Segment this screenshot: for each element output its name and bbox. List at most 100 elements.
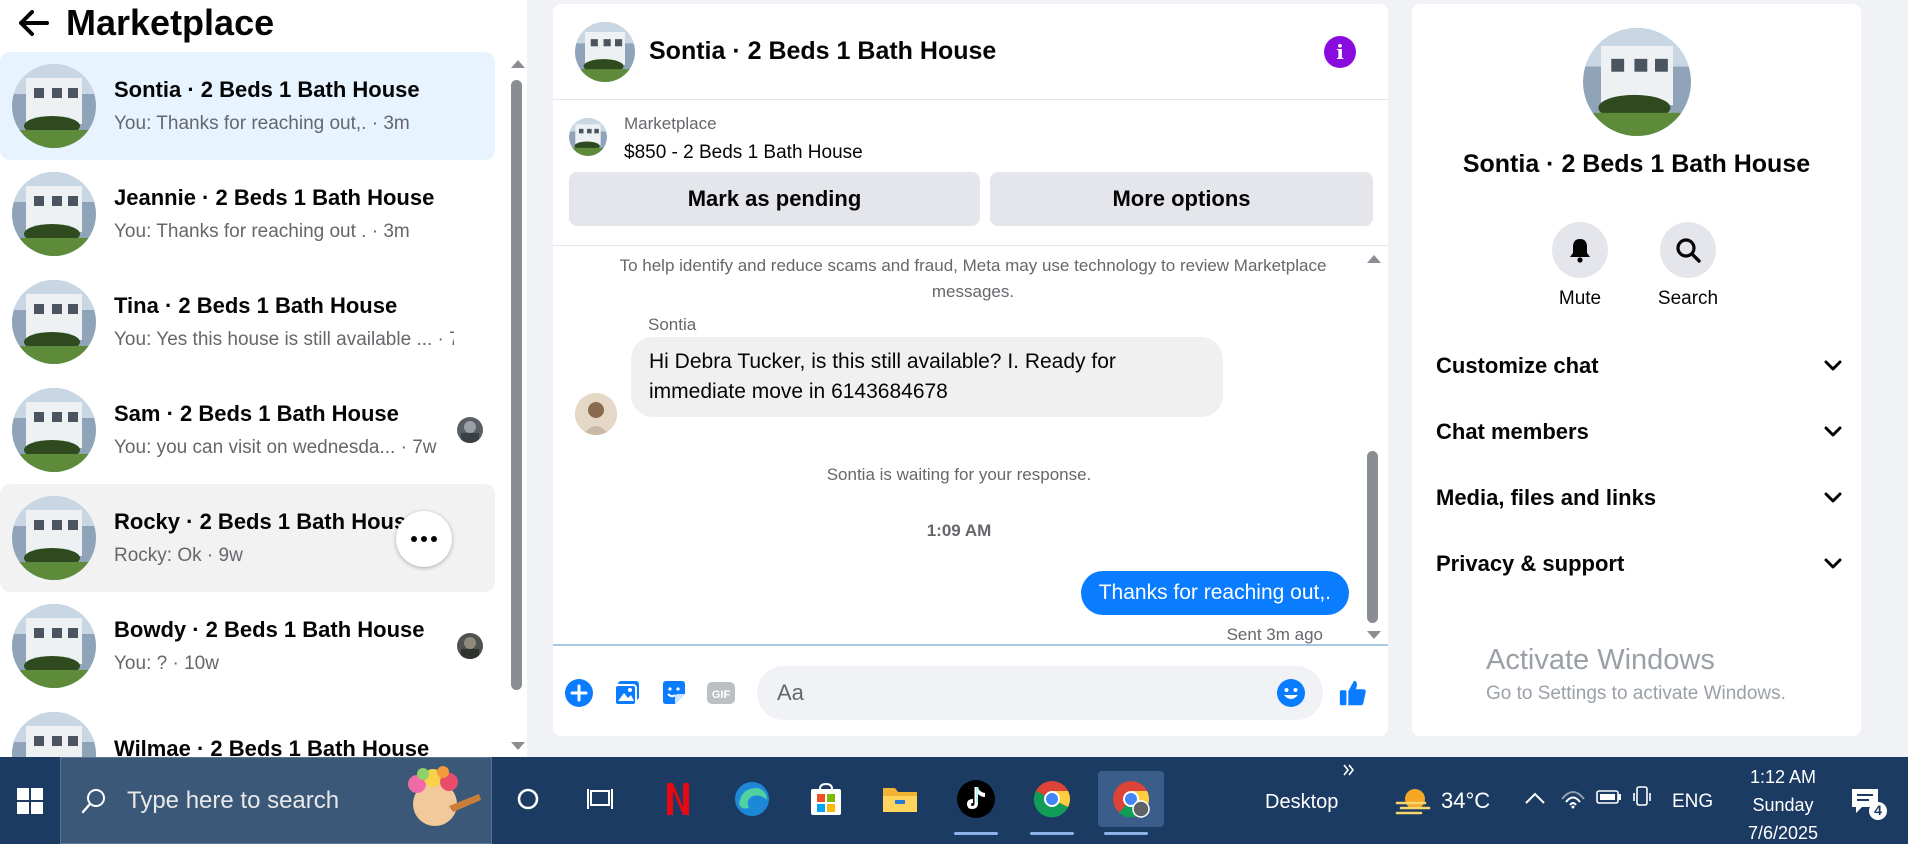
seen-avatar-icon <box>457 417 483 443</box>
notification-center-icon[interactable]: 4 <box>1848 783 1888 823</box>
conversation-list: Sontia · 2 Beds 1 Bath House You: Thanks… <box>0 52 495 757</box>
section-label: Privacy & support <box>1436 551 1625 576</box>
scrollbar-thumb[interactable] <box>511 80 522 690</box>
conversation-preview: You: you can visit on wednesda... · 7w <box>114 437 437 458</box>
profile-avatar[interactable] <box>1583 28 1691 136</box>
conversation-preview: You: Thanks for reaching out . · 3m <box>114 221 410 242</box>
netflix-icon[interactable] <box>650 771 706 827</box>
chat-members-section[interactable]: Chat members <box>1436 406 1842 458</box>
listing-thumbnail <box>12 496 96 580</box>
taskbar-search-box[interactable] <box>60 757 492 844</box>
conversation-name: Jeannie · 2 Beds 1 Bath House <box>114 185 435 210</box>
outgoing-message[interactable]: Thanks for reaching out,. <box>1080 571 1349 615</box>
search-icon[interactable] <box>1660 222 1716 278</box>
privacy-support-section[interactable]: Privacy & support <box>1436 538 1842 590</box>
chrome-icon[interactable] <box>1024 771 1080 835</box>
conversation-name: Tina · 2 Beds 1 Bath House <box>114 293 398 318</box>
scroll-up-icon[interactable] <box>511 60 525 68</box>
chevron-right-icon[interactable] <box>1342 763 1356 777</box>
bell-icon[interactable] <box>1552 222 1608 278</box>
listing-thumbnail <box>12 64 96 148</box>
conversation-preview: You: Thanks for reaching out,. · 3m <box>114 113 410 134</box>
chat-details-panel: Sontia · 2 Beds 1 Bath House Mute Search… <box>1412 4 1861 736</box>
message-input[interactable] <box>757 666 1323 720</box>
file-explorer-icon[interactable] <box>872 771 928 827</box>
edge-browser-icon[interactable] <box>724 771 780 827</box>
weather-widget[interactable]: 34°C <box>1395 785 1490 817</box>
more-actions-button[interactable] <box>396 511 452 567</box>
conversation-item[interactable]: Bowdy · 2 Beds 1 Bath House You: ? · 10w <box>0 592 495 700</box>
conversation-name: Sontia · 2 Beds 1 Bath House <box>114 77 420 102</box>
chrome-profile-icon[interactable] <box>1098 771 1164 835</box>
search-button[interactable]: Search <box>1638 222 1738 310</box>
chevron-down-icon <box>1824 558 1842 569</box>
wifi-icon[interactable] <box>1560 787 1586 809</box>
scroll-down-icon[interactable] <box>1367 631 1381 639</box>
conversation-preview: You: Yes this house is still available .… <box>114 329 454 350</box>
cortana-icon[interactable] <box>500 771 556 827</box>
conversation-item[interactable]: Jeannie · 2 Beds 1 Bath House You: Thank… <box>0 160 495 268</box>
chevron-down-icon <box>1824 360 1842 371</box>
section-label: Chat members <box>1436 419 1589 444</box>
clock[interactable]: 1:12 AM Sunday 7/6/2025 <box>1728 763 1838 844</box>
media-files-links-section[interactable]: Media, files and links <box>1436 472 1842 524</box>
listing-price[interactable]: $850 - 2 Beds 1 Bath House <box>624 142 863 164</box>
message-composer: GIF <box>553 644 1388 736</box>
show-hidden-icons-icon[interactable] <box>1524 791 1546 805</box>
language-indicator[interactable]: ENG <box>1672 791 1713 813</box>
conversation-panel: Marketplace Sontia · 2 Beds 1 Bath House… <box>0 0 527 757</box>
listing-thumbnail <box>12 604 96 688</box>
conversation-item[interactable]: Sam · 2 Beds 1 Bath House You: you can v… <box>0 376 495 484</box>
task-view-icon[interactable] <box>572 771 628 827</box>
battery-icon[interactable] <box>1596 789 1622 805</box>
conversation-scrollbar[interactable] <box>508 58 526 755</box>
taskbar-search-input[interactable] <box>127 786 387 815</box>
activate-subtitle: Go to Settings to activate Windows. <box>1486 683 1786 704</box>
search-label: Search <box>1657 288 1719 309</box>
gif-icon[interactable]: GIF <box>706 678 736 708</box>
conversation-item[interactable]: Sontia · 2 Beds 1 Bath House You: Thanks… <box>0 52 495 160</box>
conversation-name: Bowdy · 2 Beds 1 Bath House <box>114 617 425 642</box>
chat-avatar[interactable] <box>575 21 635 82</box>
sender-avatar[interactable] <box>575 393 617 435</box>
desktop-label[interactable]: Desktop <box>1265 791 1338 814</box>
search-highlight-icon <box>408 765 481 826</box>
tiktok-icon[interactable] <box>948 771 1004 835</box>
windows-start-icon[interactable] <box>0 757 60 844</box>
section-label: Customize chat <box>1436 353 1599 378</box>
chat-title[interactable]: Sontia · 2 Beds 1 Bath House <box>649 37 996 66</box>
customize-chat-section[interactable]: Customize chat <box>1436 340 1842 392</box>
scrollbar-thumb[interactable] <box>1367 451 1378 623</box>
conversation-item[interactable]: Rocky · 2 Beds 1 Bath House Rocky: Ok · … <box>0 484 495 592</box>
section-label: Media, files and links <box>1436 485 1657 510</box>
more-options-button[interactable]: More options <box>990 172 1373 226</box>
listing-banner: Marketplace $850 - 2 Beds 1 Bath House M… <box>553 100 1388 246</box>
waiting-status: Sontia is waiting for your response. <box>826 465 1092 484</box>
mark-as-pending-button[interactable]: Mark as pending <box>569 172 980 226</box>
sticker-icon[interactable] <box>659 678 689 708</box>
photo-icon[interactable] <box>612 678 642 708</box>
incoming-message[interactable]: Hi Debra Tucker, is this still available… <box>631 337 1223 417</box>
chat-window: Sontia · 2 Beds 1 Bath House i Marketpla… <box>553 4 1388 736</box>
message-scrollbar[interactable] <box>1364 247 1382 647</box>
mute-button[interactable]: Mute <box>1530 222 1630 310</box>
info-icon[interactable]: i <box>1324 36 1356 68</box>
listing-thumbnail <box>12 712 96 757</box>
listing-thumbnail <box>12 172 96 256</box>
emoji-icon[interactable] <box>1276 678 1306 708</box>
back-arrow-icon[interactable] <box>14 3 54 43</box>
plus-icon[interactable] <box>564 678 594 708</box>
timestamp-separator: 1:09 AM <box>926 521 992 540</box>
temperature: 34°C <box>1441 788 1491 813</box>
like-icon[interactable] <box>1338 678 1368 708</box>
microsoft-store-icon[interactable] <box>798 771 854 827</box>
device-icon[interactable] <box>1632 785 1652 809</box>
listing-thumbnail[interactable] <box>569 118 607 156</box>
scroll-up-icon[interactable] <box>1367 255 1381 263</box>
conversation-name: Sam · 2 Beds 1 Bath House <box>114 401 399 426</box>
conversation-item[interactable]: Tina · 2 Beds 1 Bath House You: Yes this… <box>0 268 495 376</box>
page-title: Marketplace <box>66 2 275 43</box>
scroll-down-icon[interactable] <box>511 742 525 750</box>
listing-thumbnail <box>12 280 96 364</box>
conversation-item[interactable]: Wilmae · 2 Beds 1 Bath House <box>0 700 495 757</box>
